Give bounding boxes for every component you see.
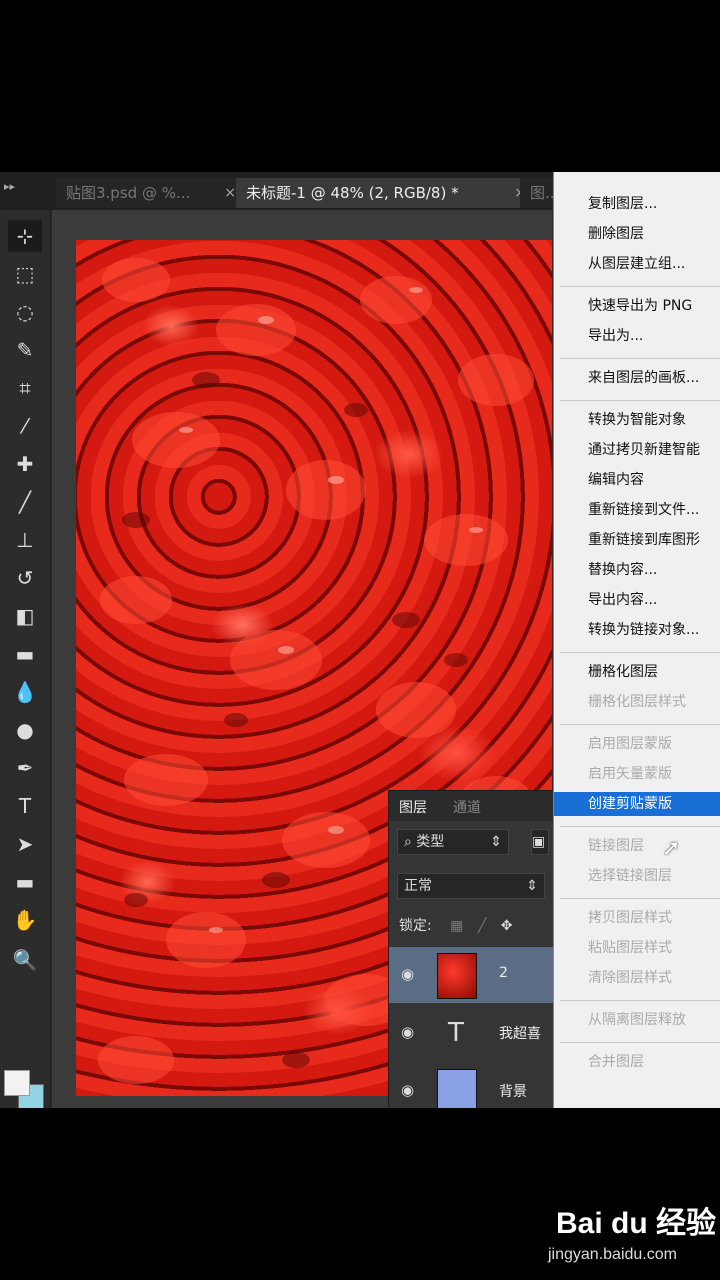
rectangle-icon[interactable]: ▬	[8, 866, 42, 898]
lock-row: 锁定: ▦ ╱ ✥	[399, 915, 512, 935]
type-icon[interactable]: T	[8, 790, 42, 822]
menu-item[interactable]: 重新链接到库图形	[554, 528, 720, 552]
dodge-icon[interactable]: ●	[8, 714, 42, 746]
menu-item[interactable]: 删除图层	[554, 222, 720, 246]
layer-thumbnail	[437, 1069, 477, 1108]
crop-icon[interactable]: ⌗	[8, 372, 42, 404]
layer-row[interactable]: ◉ 背景	[389, 1063, 559, 1108]
menu-item[interactable]: 创建剪贴蒙版	[554, 792, 720, 816]
menu-item[interactable]: 转换为智能对象	[554, 408, 720, 432]
layers-panel: 图层 通道 ⌕ 类型 ⇕ ▣ 正常 ⇕ 锁定: ▦ ╱ ✥ ◉ 2 ◉ T 我超…	[388, 790, 559, 1108]
menu-separator	[560, 652, 720, 653]
history-brush-icon[interactable]: ↺	[8, 562, 42, 594]
layer-thumbnail	[437, 953, 477, 999]
watermark-url: jingyan.baidu.com	[548, 1246, 677, 1263]
menu-item[interactable]: 从隔离图层释放	[554, 1008, 720, 1032]
lock-transparent-icon[interactable]: ▦	[450, 918, 463, 934]
tab-document-1[interactable]: 贴图3.psd @ %... ×	[56, 178, 242, 208]
menu-item[interactable]: 转换为链接对象...	[554, 618, 720, 642]
tab-layers[interactable]: 图层	[399, 797, 427, 817]
menu-separator	[560, 286, 720, 287]
menu-item[interactable]: 替换内容...	[554, 558, 720, 582]
menu-item[interactable]: 拷贝图层样式	[554, 906, 720, 930]
type-layer-icon: T	[448, 1018, 464, 1048]
menu-separator	[560, 826, 720, 827]
lasso-icon[interactable]: ◌	[8, 296, 42, 328]
gradient-icon[interactable]: ▬	[8, 638, 42, 670]
tab-label: 贴图3.psd @ %...	[66, 184, 191, 202]
menu-item[interactable]: 启用矢量蒙版	[554, 762, 720, 786]
layer-name: 2	[499, 965, 508, 981]
tab-document-2[interactable]: 未标题-1 @ 48% (2, RGB/8) * ×	[236, 178, 532, 208]
layer-row[interactable]: ◉ 2	[389, 947, 559, 1003]
toolbox: ⊹ ⬚ ◌ ✎ ⌗ ⁄ ✚ ╱ ⊥ ↺ ◧ ▬ 💧 ● ✒ T ➤ ▬ ✋ 🔍	[0, 210, 51, 1108]
menu-item[interactable]: 来自图层的画板...	[554, 366, 720, 390]
foreground-color-swatch[interactable]	[4, 1070, 30, 1096]
tab-label: 未标题-1 @ 48% (2, RGB/8) *	[246, 184, 459, 202]
menu-separator	[560, 1042, 720, 1043]
photoshop-window: ▸▸ 贴图3.psd @ %... × 未标题-1 @ 48% (2, RGB/…	[0, 172, 720, 1108]
menu-item[interactable]: 选择链接图层	[554, 864, 720, 888]
tab-channels[interactable]: 通道	[453, 797, 481, 817]
menu-item[interactable]: 通过拷贝新建智能	[554, 438, 720, 462]
path-select-icon[interactable]: ➤	[8, 828, 42, 860]
chevron-updown-icon: ⇕	[526, 878, 538, 894]
marquee-icon[interactable]: ⬚	[8, 258, 42, 290]
brush-icon[interactable]: ╱	[8, 486, 42, 518]
menu-item[interactable]: 从图层建立组...	[554, 252, 720, 276]
menu-item[interactable]: 重新链接到文件...	[554, 498, 720, 522]
lock-label: 锁定:	[399, 918, 432, 934]
lock-brush-icon[interactable]: ╱	[478, 918, 486, 934]
layers-panel-tabs: 图层 通道	[389, 791, 559, 821]
menu-item[interactable]: 栅格化图层	[554, 660, 720, 684]
layer-filter-select[interactable]: ⌕ 类型 ⇕	[397, 829, 509, 855]
zoom-icon[interactable]: 🔍	[8, 944, 42, 976]
menu-item[interactable]: 合并图层	[554, 1050, 720, 1074]
menu-item[interactable]: 复制图层...	[554, 192, 720, 216]
menu-item[interactable]: 启用图层蒙版	[554, 732, 720, 756]
menu-separator	[560, 898, 720, 899]
eraser-icon[interactable]: ◧	[8, 600, 42, 632]
menu-separator	[560, 400, 720, 401]
menu-item[interactable]: 栅格化图层样式	[554, 690, 720, 714]
blur-icon[interactable]: 💧	[8, 676, 42, 708]
menu-item[interactable]: 导出内容...	[554, 588, 720, 612]
lock-position-icon[interactable]: ✥	[501, 918, 513, 934]
menu-item[interactable]: 链接图层	[554, 834, 720, 858]
visibility-eye-icon[interactable]: ◉	[401, 1081, 414, 1099]
layer-name: 背景	[499, 1084, 527, 1100]
visibility-eye-icon[interactable]: ◉	[401, 965, 414, 983]
layer-context-menu: ➚ 复制图层... 删除图层 从图层建立组... 快速导出为 PNG 导出为... 来自图…	[553, 172, 720, 1108]
move-icon[interactable]: ⊹	[8, 220, 42, 252]
chevron-updown-icon: ⇕	[490, 834, 502, 850]
menu-separator	[560, 724, 720, 725]
filter-label: 类型	[416, 834, 445, 850]
menu-item[interactable]: 粘贴图层样式	[554, 936, 720, 960]
close-icon[interactable]: ×	[224, 178, 236, 208]
healing-icon[interactable]: ✚	[8, 448, 42, 480]
layer-name: 我超喜	[499, 1026, 541, 1042]
menu-item[interactable]: 编辑内容	[554, 468, 720, 492]
quick-select-icon[interactable]: ✎	[8, 334, 42, 366]
menu-separator	[560, 1000, 720, 1001]
menu-item[interactable]: 导出为...	[554, 324, 720, 348]
stamp-icon[interactable]: ⊥	[8, 524, 42, 556]
menu-item[interactable]: 快速导出为 PNG	[554, 294, 720, 318]
collapse-icon[interactable]: ▸▸	[4, 180, 15, 193]
blend-mode-value: 正常	[404, 878, 432, 894]
document-tab-bar: ▸▸ 贴图3.psd @ %... × 未标题-1 @ 48% (2, RGB/…	[0, 172, 576, 210]
pen-icon[interactable]: ✒	[8, 752, 42, 784]
baidu-jingyan-logo: Bai du 经验	[556, 1207, 717, 1240]
layer-row[interactable]: ◉ T 我超喜	[389, 1005, 559, 1061]
image-filter-icon[interactable]: ▣	[531, 829, 549, 855]
hand-icon[interactable]: ✋	[8, 904, 42, 936]
blend-mode-select[interactable]: 正常 ⇕	[397, 873, 545, 899]
menu-item[interactable]: 清除图层样式	[554, 966, 720, 990]
menu-separator	[560, 358, 720, 359]
visibility-eye-icon[interactable]: ◉	[401, 1023, 414, 1041]
eyedropper-icon[interactable]: ⁄	[8, 410, 42, 442]
